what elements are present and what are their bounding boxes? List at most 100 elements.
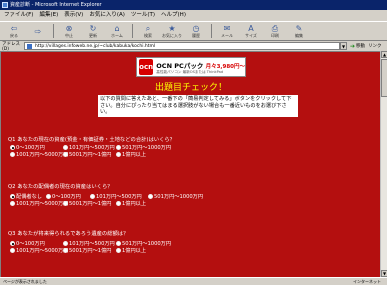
go-button[interactable]: ➔ 移動 (350, 43, 365, 50)
search-button[interactable]: ⌕ 検索 (137, 22, 159, 40)
address-input[interactable]: http://villages.infoweb.ne.jp/~club/kabu… (24, 42, 340, 50)
option-radio[interactable]: 1億円以上 (116, 152, 169, 159)
size-label: サイズ (245, 32, 257, 38)
status-zone: インターネット (353, 279, 381, 284)
links-label[interactable]: リンク (368, 43, 382, 49)
ad-banner[interactable]: ocn OCN PCパック 月々3,980円〜 高性能パソコン 最新OSまたは … (136, 57, 246, 77)
browser-window: 資産診断 - Microsoft Internet Explorer ファイル(… (0, 0, 387, 284)
option-radio[interactable]: 5001万円〜1億円 (63, 152, 116, 159)
radio-icon[interactable] (116, 201, 121, 206)
option-radio[interactable]: 1001万円〜5000万円 (10, 152, 68, 159)
option-radio[interactable]: 0〜100万円 (46, 194, 90, 201)
option-radio[interactable]: 101万円〜500万円 (90, 194, 148, 201)
radio-selected-icon[interactable] (10, 241, 15, 246)
option-radio[interactable]: 0〜100万円 (10, 145, 63, 152)
radio-icon[interactable] (116, 152, 121, 157)
home-icon: ⌂ (114, 23, 120, 33)
menu-view[interactable]: 表示(V) (64, 10, 83, 21)
back-button[interactable]: ⇦ 戻る (3, 22, 25, 40)
option-radio[interactable]: 1億円以上 (116, 201, 169, 208)
radio-icon[interactable] (10, 248, 15, 253)
status-text: ページが表示されました (3, 279, 47, 284)
favorites-icon: ★ (168, 23, 176, 33)
option-radio[interactable]: 1001万円〜5000万円 (10, 201, 68, 208)
forward-button[interactable]: ⇨ (27, 22, 49, 40)
title-bar: 資産診断 - Microsoft Internet Explorer (0, 0, 387, 10)
radio-icon[interactable] (116, 241, 121, 246)
edit-button[interactable]: ✎ 編集 (288, 22, 310, 40)
favorites-button[interactable]: ★ お気に入り (161, 22, 183, 40)
scroll-up-icon[interactable]: ▲ (381, 51, 387, 58)
menu-help[interactable]: ヘルプ(H) (161, 10, 186, 21)
radio-icon[interactable] (46, 194, 51, 199)
vertical-scrollbar[interactable]: ▲ ▼ (380, 51, 387, 277)
toolbar-separator (132, 24, 133, 38)
go-arrow-icon: ➔ (350, 42, 356, 50)
size-button[interactable]: A サイズ (240, 22, 262, 40)
radio-icon[interactable] (63, 201, 68, 206)
question-2-options: 配偶者なし 0〜100万円 101万円〜500万円 501万円〜1000万円 1001… (10, 194, 218, 208)
address-label: アドレス(D) (2, 41, 20, 52)
address-url: http://villages.infoweb.ne.jp/~club/kabu… (35, 44, 156, 49)
banner-title: OCN PCパック 月々3,980円〜 (156, 61, 245, 70)
address-dropdown[interactable]: ▼ (340, 42, 347, 50)
mail-button[interactable]: ✉ メール (216, 22, 238, 40)
question-1-label: Q1 あなたの現在の資産(預金・有価証券・土地などの合計)はいくら？ (8, 137, 175, 143)
radio-icon[interactable] (63, 248, 68, 253)
print-label: 印刷 (271, 32, 279, 38)
print-button[interactable]: ⎙ 印刷 (264, 22, 286, 40)
option-radio[interactable]: 101万円〜500万円 (63, 145, 116, 152)
menu-bar: ファイル(F) 編集(E) 表示(V) お気に入り(A) ツール(T) ヘルプ(… (0, 10, 387, 21)
radio-icon[interactable] (90, 194, 95, 199)
toolbar-separator (53, 24, 54, 38)
page-content: ocn OCN PCパック 月々3,980円〜 高性能パソコン 最新OSまたは … (0, 51, 380, 277)
history-button[interactable]: ◷ 履歴 (185, 22, 207, 40)
home-label: ホーム (111, 32, 123, 38)
menu-file[interactable]: ファイル(F) (4, 10, 33, 21)
question-3-label: Q3 あなたが将来得られるであろう遺産の総額は？ (8, 231, 129, 237)
address-bar: アドレス(D) http://villages.infoweb.ne.jp/~c… (0, 41, 387, 52)
scroll-down-icon[interactable]: ▼ (381, 270, 387, 277)
option-radio[interactable]: 1001万円〜5000万円 (10, 248, 68, 255)
scroll-thumb[interactable] (381, 59, 387, 97)
menu-edit[interactable]: 編集(E) (39, 10, 58, 21)
window-title: 資産診断 - Microsoft Internet Explorer (10, 2, 102, 8)
radio-selected-icon[interactable] (10, 194, 15, 199)
question-3-options: 0〜100万円 101万円〜500万円 501万円〜1000万円 1001万円〜50… (10, 241, 186, 255)
page-title: 出題目チェック！ (154, 83, 227, 93)
ie-icon (2, 2, 8, 8)
size-icon: A (248, 23, 254, 33)
search-label: 検索 (144, 32, 152, 38)
radio-icon[interactable] (63, 241, 68, 246)
mail-icon: ✉ (223, 23, 231, 33)
option-radio[interactable]: 5001万円〜1億円 (63, 201, 116, 208)
radio-icon[interactable] (148, 194, 153, 199)
option-radio[interactable]: 1億円以上 (116, 248, 169, 255)
radio-icon[interactable] (10, 201, 15, 206)
option-radio[interactable]: 5001万円〜1億円 (63, 248, 116, 255)
radio-icon[interactable] (10, 152, 15, 157)
home-button[interactable]: ⌂ ホーム (106, 22, 128, 40)
option-radio[interactable]: 101万円〜500万円 (63, 241, 116, 248)
menu-tools[interactable]: ツール(T) (131, 10, 155, 21)
toolbar: ⇦ 戻る ⇨ ⊗ 中止 ↻ 更新 ⌂ ホーム ⌕ 検索 ★ お気に入り ◷ 履歴 ✉ メール A… (0, 21, 387, 41)
history-label: 履歴 (192, 32, 200, 38)
search-icon: ⌕ (145, 23, 151, 33)
option-radio[interactable]: 501万円〜1000万円 (116, 241, 186, 248)
favorites-label: お気に入り (162, 32, 182, 38)
radio-icon[interactable] (116, 145, 121, 150)
stop-button[interactable]: ⊗ 中止 (58, 22, 80, 40)
option-radio[interactable]: 501万円〜1000万円 (116, 145, 186, 152)
radio-icon[interactable] (63, 152, 68, 157)
radio-selected-icon[interactable] (10, 145, 15, 150)
radio-icon[interactable] (63, 145, 68, 150)
page-icon (27, 44, 32, 49)
menu-favorites[interactable]: お気に入り(A) (89, 10, 125, 21)
ocn-logo: ocn (139, 59, 154, 75)
refresh-button[interactable]: ↻ 更新 (82, 22, 104, 40)
radio-icon[interactable] (116, 248, 121, 253)
option-radio[interactable]: 0〜100万円 (10, 241, 63, 248)
option-radio[interactable]: 配偶者なし (10, 194, 46, 201)
option-radio[interactable]: 501万円〜1000万円 (148, 194, 218, 201)
print-icon: ⎙ (271, 23, 279, 33)
